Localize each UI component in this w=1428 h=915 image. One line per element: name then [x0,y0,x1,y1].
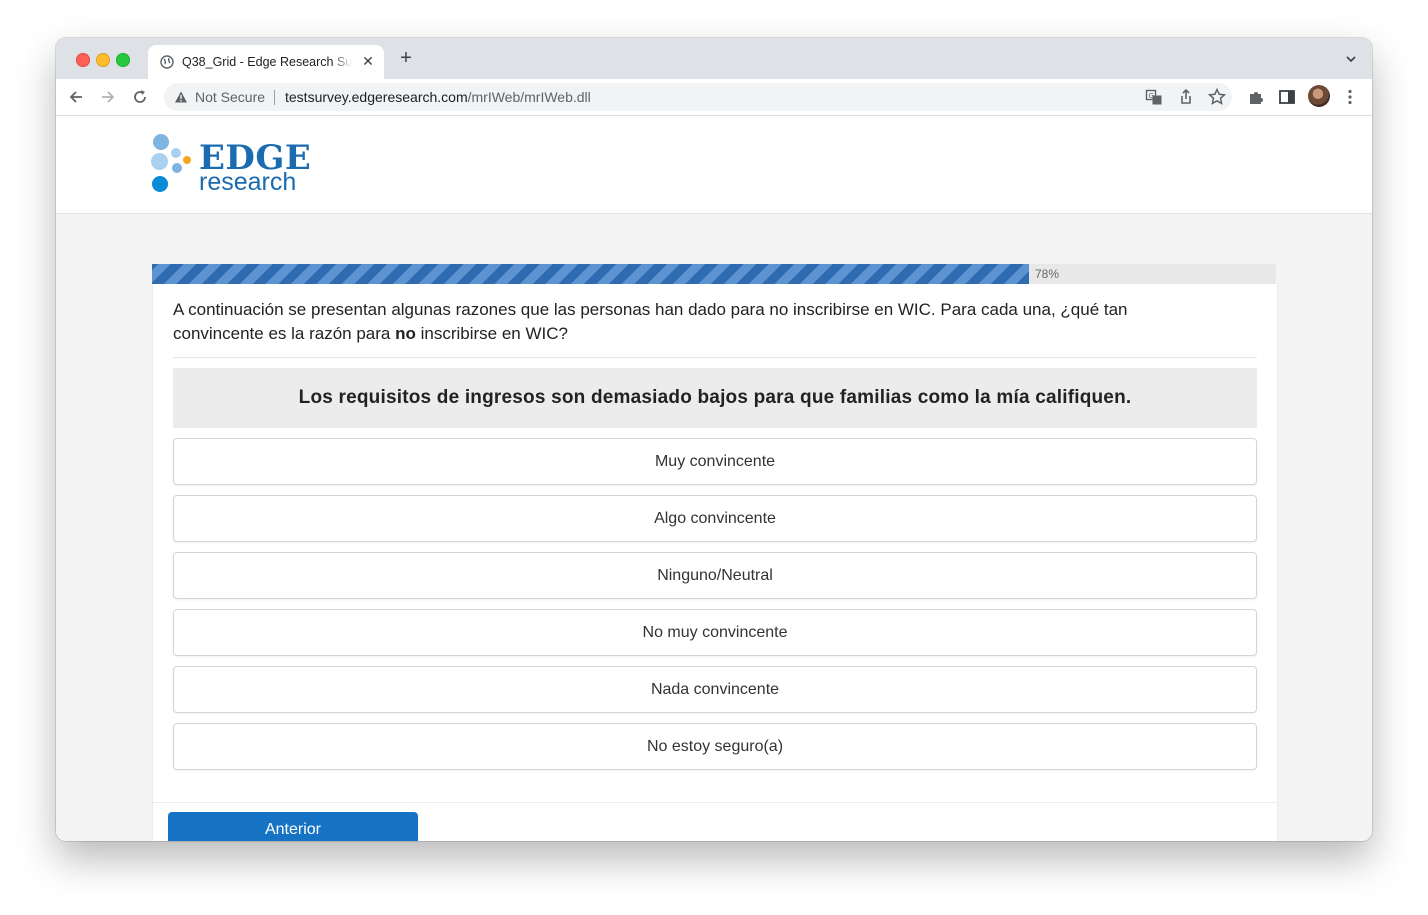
chevron-down-icon[interactable] [1344,52,1358,66]
progress-label: 78% [1035,267,1060,281]
translate-icon[interactable]: G [1144,87,1164,107]
question-text-part: inscribirse en WIC? [415,324,568,343]
url-path: /mrIWeb/mrIWeb.dll [467,89,591,105]
plus-icon[interactable]: + [396,48,416,68]
option-button[interactable]: No muy convincente [173,609,1257,656]
address-bar[interactable]: Not Secure testsurvey.edgeresearch.com/m… [164,83,1232,111]
option-button[interactable]: Muy convincente [173,438,1257,485]
divider [274,90,275,105]
reload-icon[interactable] [130,87,150,107]
forward-icon[interactable] [98,87,118,107]
question-emphasis: no [395,324,416,343]
maximize-window-button[interactable] [116,53,130,67]
logo-subtext: research [199,168,297,196]
grid-statement: Los requisitos de ingresos son demasiado… [173,368,1257,428]
minimize-window-button[interactable] [96,53,110,67]
back-icon[interactable] [66,87,86,107]
share-icon[interactable] [1176,87,1196,107]
question-text: A continuación se presentan algunas razo… [173,298,1213,346]
url-host: testsurvey.edgeresearch.com [285,89,468,105]
logo-dot [153,134,169,150]
option-button[interactable]: Nada convincente [173,666,1257,713]
option-button[interactable]: Ninguno/Neutral [173,552,1257,599]
tab-title: Q38_Grid - Edge Research Survey [182,55,352,69]
progress-fill [152,264,1029,284]
progress-bar: 78% [152,264,1276,284]
browser-toolbar: Not Secure testsurvey.edgeresearch.com/m… [56,79,1372,116]
survey-page: EDGE research 78% A continuación se pres… [56,116,1372,841]
question-text-part: A continuación se presentan algunas razo… [173,300,1128,343]
more-icon[interactable] [1340,87,1360,107]
close-window-button[interactable] [76,53,90,67]
tab-strip: Q38_Grid - Edge Research Survey ✕ + [56,38,1372,79]
divider [153,802,1277,803]
star-icon[interactable] [1207,87,1227,107]
tab-active[interactable]: Q38_Grid - Edge Research Survey ✕ [148,45,384,79]
avatar[interactable] [1308,85,1330,107]
logo-dot [152,176,168,192]
option-button[interactable]: No estoy seguro(a) [173,723,1257,770]
security-status[interactable]: Not Secure [195,89,265,105]
side-panel-icon[interactable] [1277,87,1297,107]
extensions-icon[interactable] [1246,87,1266,107]
option-button[interactable]: Algo convincente [173,495,1257,542]
url-text[interactable]: testsurvey.edgeresearch.com/mrIWeb/mrIWe… [285,89,591,105]
close-icon[interactable]: ✕ [360,53,376,69]
previous-button[interactable]: Anterior [168,812,418,841]
logo-dot [151,153,168,170]
globe-icon [160,55,174,69]
divider [173,357,1257,358]
edge-research-logo: EDGE research [151,132,311,198]
site-header: EDGE research [56,116,1372,214]
logo-dot [172,163,182,173]
browser-window: Q38_Grid - Edge Research Survey ✕ + Not … [56,38,1372,841]
logo-dot [183,156,191,164]
logo-dot [171,148,181,158]
svg-text:G: G [1149,92,1154,100]
question-card: A continuación se presentan algunas razo… [152,284,1278,841]
warning-icon[interactable] [174,90,188,104]
